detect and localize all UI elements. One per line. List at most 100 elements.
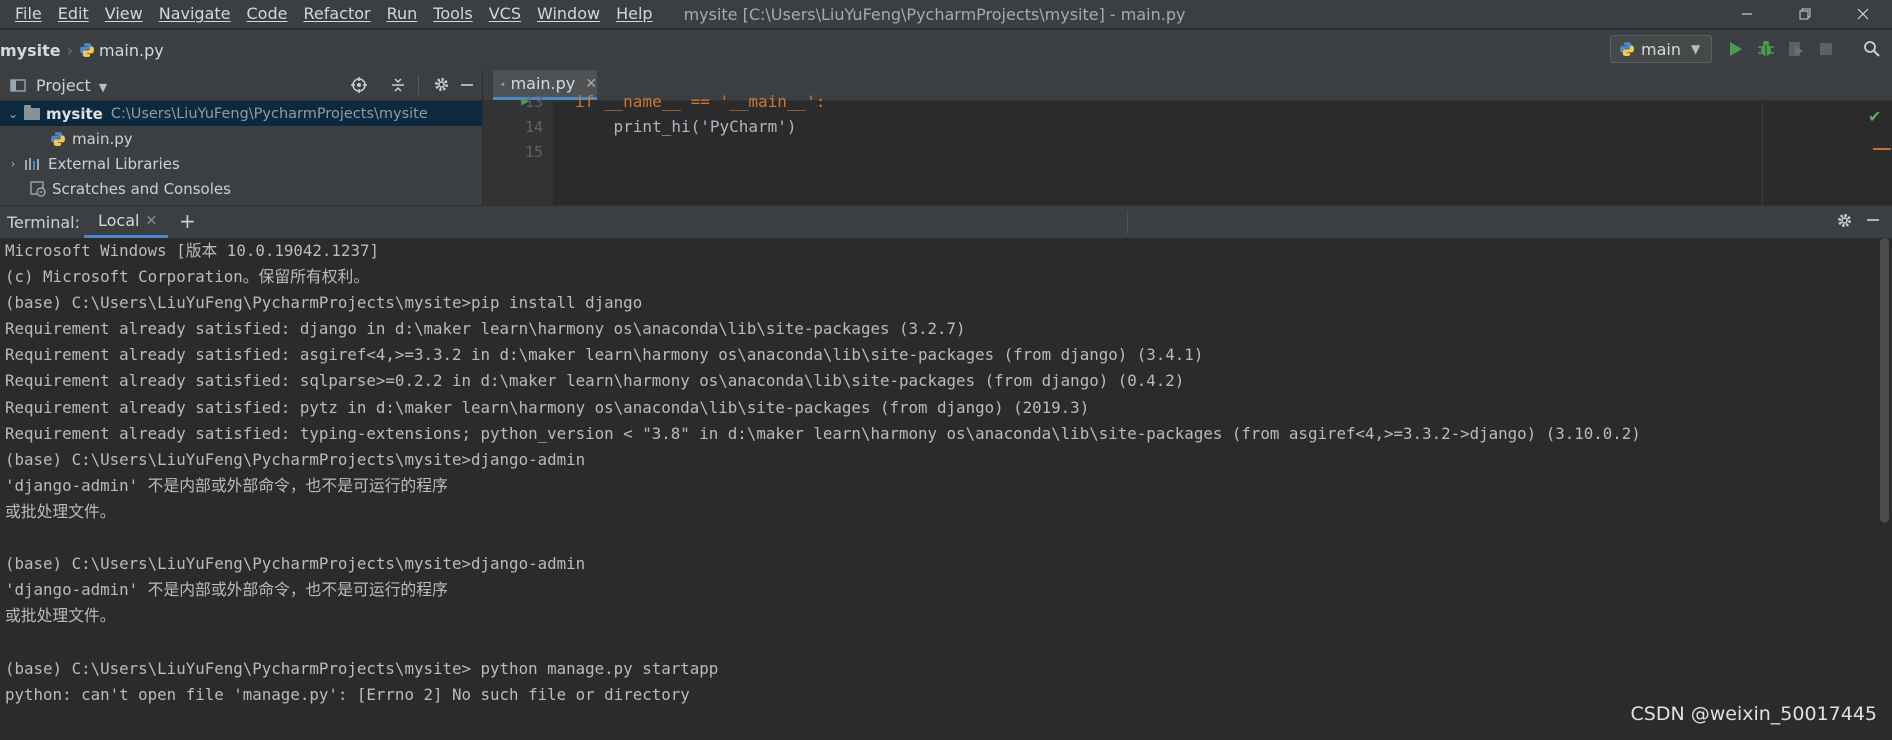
menu-file[interactable]: File xyxy=(0,0,51,28)
folder-icon xyxy=(24,104,40,120)
debug-icon xyxy=(1758,41,1774,56)
tree-item-label: main.py xyxy=(72,129,133,148)
terminal-tab-local[interactable]: Local ✕ xyxy=(84,206,168,238)
tree-item-mysite[interactable]: ⌄ mysite C:\Users\LiuYuFeng\PycharmProje… xyxy=(0,101,482,126)
chevron-down-icon[interactable]: ⌄ xyxy=(6,107,20,121)
menu-navigate[interactable]: Navigate xyxy=(152,0,240,28)
locate-icon[interactable] xyxy=(350,76,368,98)
terminal-header: Terminal: Local ✕ + xyxy=(0,205,1892,239)
code-editor[interactable]: 13 ▶ 14 15 if __name__ == '__main__': pr… xyxy=(483,92,1892,205)
search-everywhere-button[interactable] xyxy=(1862,39,1882,59)
close-window-button[interactable] xyxy=(1834,0,1892,28)
tree-item-label: mysite xyxy=(46,104,103,123)
terminal-line: Requirement already satisfied: django in… xyxy=(5,319,966,339)
gear-icon[interactable] xyxy=(1836,212,1853,234)
terminal-line: Requirement already satisfied: typing-ex… xyxy=(5,423,1641,443)
minimize-icon[interactable] xyxy=(1866,210,1880,233)
line-number: 13 xyxy=(524,93,543,111)
project-panel-title: Project xyxy=(36,75,91,95)
terminal-line: Microsoft Windows [版本 10.0.19042.1237] xyxy=(5,241,379,260)
run-configuration-dropdown[interactable]: main ▼ xyxy=(1610,35,1712,63)
menu-vcs[interactable]: VCS xyxy=(482,0,530,28)
inspection-marker[interactable] xyxy=(1873,148,1891,150)
breadcrumb-separator: › xyxy=(66,40,74,60)
close-icon[interactable]: ✕ xyxy=(585,76,597,92)
line-number: 14 xyxy=(524,118,543,136)
menu-edit[interactable]: Edit xyxy=(51,0,98,28)
stop-button[interactable] xyxy=(1816,39,1836,59)
chevron-right-icon[interactable]: › xyxy=(6,157,20,171)
terminal-scrollbar-thumb[interactable] xyxy=(1880,238,1889,523)
python-file-icon xyxy=(51,131,65,146)
menu-view[interactable]: View xyxy=(98,0,152,28)
minimize-icon[interactable] xyxy=(460,76,474,96)
navigation-bar: mysite › main.py main ▼ xyxy=(0,29,1892,70)
library-icon xyxy=(25,157,39,170)
menu-code[interactable]: Code xyxy=(240,0,297,28)
menu-tools[interactable]: Tools xyxy=(426,0,481,28)
header-divider xyxy=(418,75,419,95)
gear-icon[interactable] xyxy=(433,76,450,97)
python-file-icon xyxy=(80,43,95,57)
menu-bar: File Edit View Navigate Code Refactor Ru… xyxy=(0,0,1892,28)
project-tree: ⌄ mysite C:\Users\LiuYuFeng\PycharmProje… xyxy=(0,101,482,205)
terminal-line: Requirement already satisfied: pytz in d… xyxy=(5,397,1090,417)
chevron-down-icon: ▼ xyxy=(98,80,108,94)
coverage-icon xyxy=(1789,42,1803,56)
terminal-title: Terminal: xyxy=(7,213,81,232)
restore-window-button[interactable] xyxy=(1776,0,1834,28)
window-controls xyxy=(1718,0,1892,28)
terminal-line: 或批处理文件。 xyxy=(5,606,116,626)
search-icon xyxy=(1864,41,1880,57)
check-icon[interactable]: ✔ xyxy=(1868,107,1881,126)
terminal-line: 'django-admin' 不是内部或外部命令，也不是可运行的程序 xyxy=(5,580,448,600)
close-icon[interactable]: ✕ xyxy=(145,213,157,229)
project-panel-header: Project ▼ xyxy=(0,70,482,101)
menu-run[interactable]: Run xyxy=(380,0,427,28)
python-file-icon xyxy=(1620,42,1634,56)
terminal-line: Requirement already satisfied: sqlparse>… xyxy=(5,371,1185,391)
tree-item-external-libraries[interactable]: › External Libraries xyxy=(0,151,482,176)
python-file-icon xyxy=(501,81,505,86)
run-configuration-label: main xyxy=(1641,39,1681,59)
terminal-line: python: can't open file 'manage.py': [Er… xyxy=(5,684,690,704)
terminal-line: (c) Microsoft Corporation。保留所有权利。 xyxy=(5,267,370,287)
project-view-selector[interactable]: Project ▼ xyxy=(36,76,107,95)
run-button[interactable] xyxy=(1726,39,1746,59)
breadcrumb-project[interactable]: mysite xyxy=(0,41,61,60)
terminal-line: (base) C:\Users\LiuYuFeng\PycharmProject… xyxy=(5,293,643,313)
stop-icon xyxy=(1820,43,1832,55)
restore-icon xyxy=(1799,8,1811,20)
menu-help[interactable]: Help xyxy=(609,0,661,28)
collapse-icon[interactable] xyxy=(390,76,406,98)
terminal-line: 或批处理文件。 xyxy=(5,501,116,521)
breadcrumb-file[interactable]: main.py xyxy=(99,41,164,60)
terminal-line: Requirement already satisfied: asgiref<4… xyxy=(5,345,1204,365)
menu-refactor[interactable]: Refactor xyxy=(296,0,379,28)
terminal-output[interactable]: Microsoft Windows [版本 10.0.19042.1237] (… xyxy=(0,238,1878,740)
terminal-line: 'django-admin' 不是内部或外部命令，也不是可运行的程序 xyxy=(5,475,448,495)
tree-item-label: External Libraries xyxy=(48,154,180,173)
run-gutter-icon[interactable]: ▶ xyxy=(521,93,529,109)
debug-button[interactable] xyxy=(1756,39,1776,59)
run-with-coverage-button[interactable] xyxy=(1786,39,1806,59)
run-icon xyxy=(1730,42,1742,56)
tree-item-label: Scratches and Consoles xyxy=(52,179,231,198)
minimize-icon xyxy=(1742,13,1752,15)
minimize-window-button[interactable] xyxy=(1718,0,1776,28)
project-panel-icon xyxy=(10,79,26,92)
code-line: if __name__ == '__main__': xyxy=(575,92,826,111)
line-number: 15 xyxy=(524,143,543,161)
editor-tab-label: main.py xyxy=(510,74,576,93)
tree-item-scratches[interactable]: Scratches and Consoles xyxy=(0,176,482,201)
menu-window[interactable]: Window xyxy=(530,0,609,28)
scratch-icon xyxy=(30,180,46,197)
terminal-line: (base) C:\Users\LiuYuFeng\PycharmProject… xyxy=(5,554,586,574)
add-icon[interactable]: + xyxy=(179,209,196,233)
tree-item-path: C:\Users\LiuYuFeng\PycharmProjects\mysit… xyxy=(110,105,428,122)
watermark: CSDN @weixin_50017445 xyxy=(1630,703,1878,725)
terminal-tab-label: Local xyxy=(98,211,140,230)
tree-item-main-py[interactable]: main.py xyxy=(0,126,482,151)
